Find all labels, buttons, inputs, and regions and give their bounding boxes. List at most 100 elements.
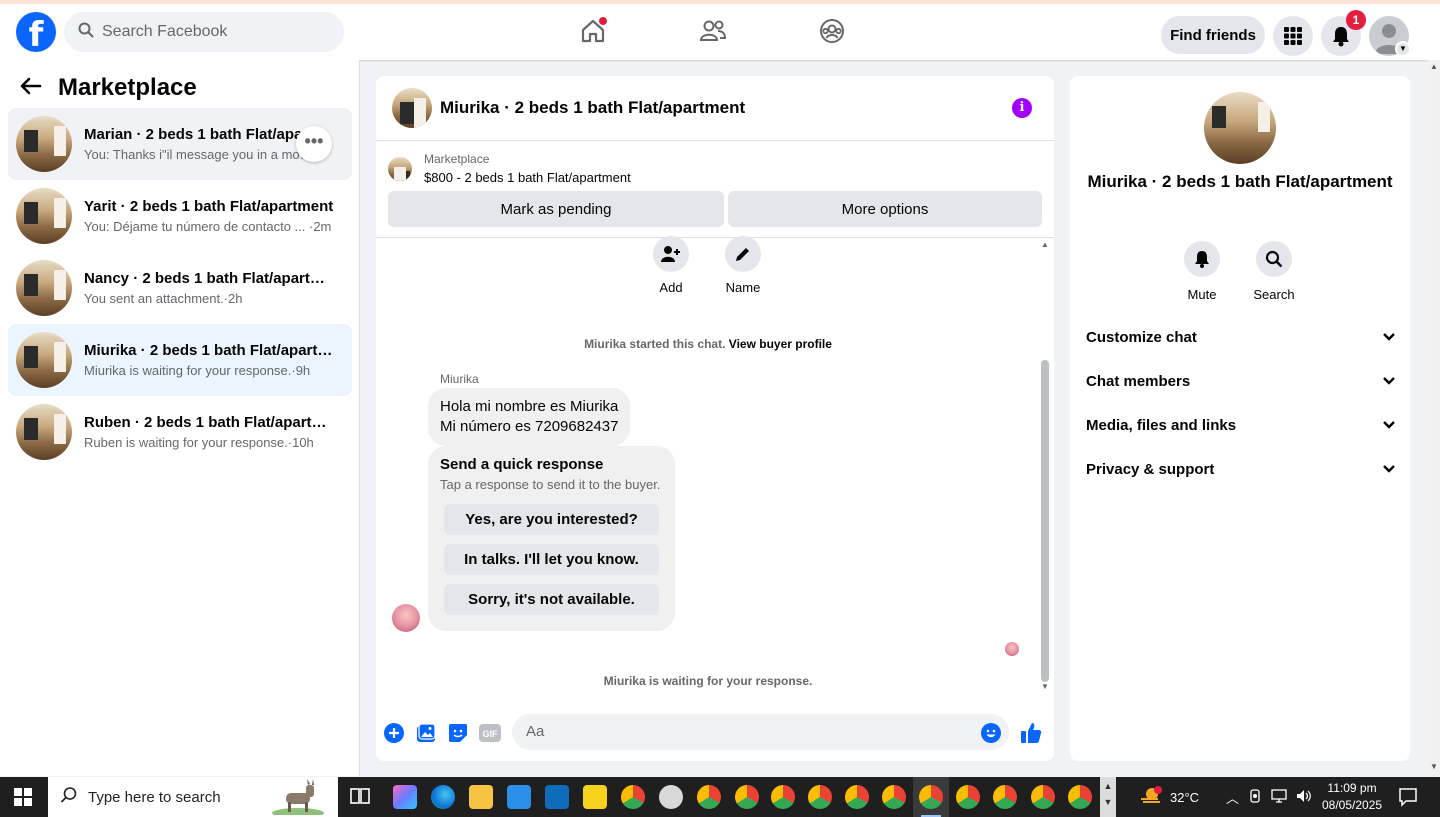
plus-circle-icon[interactable] (383, 722, 405, 744)
conversation-item-marian[interactable]: Marian · 2 beds 1 bath Flat/apa… You: Th… (8, 108, 352, 180)
friends-icon[interactable] (698, 16, 728, 46)
customize-chat-section[interactable]: Customize chat (1086, 325, 1396, 349)
quick-response-button[interactable]: Yes, are you interested? (444, 504, 659, 535)
account-chevron-down-icon[interactable]: ▼ (1395, 41, 1411, 57)
find-friends-button[interactable]: Find friends (1161, 16, 1265, 54)
windows-start-icon[interactable] (14, 788, 32, 806)
chat-title[interactable]: Miurika · 2 beds 1 bath Flat/apartment (440, 98, 745, 118)
volume-icon[interactable] (1296, 789, 1312, 806)
meet-now-icon[interactable] (1248, 788, 1262, 806)
bell-icon (1195, 251, 1209, 268)
chrome-profile-icon[interactable] (882, 785, 906, 809)
search-label: Search (1253, 287, 1295, 302)
emoji-icon[interactable] (980, 722, 1002, 744)
chat-scrollbar-thumb[interactable] (1041, 360, 1049, 682)
top-navigation-bar: f Search Facebook Find friends 1 ▼ (0, 0, 1440, 60)
listing-thumbnail (16, 404, 72, 460)
listing-summary[interactable]: Marketplace $800 - 2 beds 1 bath Flat/ap… (388, 152, 631, 185)
gif-icon[interactable]: GIF (479, 722, 501, 744)
chrome-profile-icon[interactable] (993, 785, 1017, 809)
chat-scrollbar[interactable]: ▲ ▼ (1040, 240, 1050, 692)
view-buyer-profile-link[interactable]: View buyer profile (729, 337, 832, 351)
listing-thumbnail (16, 116, 72, 172)
chrome-profile-icon[interactable] (697, 785, 721, 809)
section-label: Chat members (1086, 372, 1191, 390)
page-scrollbar[interactable]: ▲ ▼ (1428, 60, 1440, 776)
chevron-down-icon (1382, 461, 1396, 478)
sender-avatar[interactable] (392, 604, 420, 632)
listing-source: Marketplace (424, 152, 490, 166)
conversation-item-miurika[interactable]: Miurika · 2 beds 1 bath Flat/apart… Miur… (8, 324, 352, 396)
search-icon (1265, 250, 1283, 268)
chrome-profile-icon[interactable] (771, 785, 795, 809)
conversation-item-yarit[interactable]: Yarit · 2 beds 1 bath Flat/apartment You… (8, 180, 352, 252)
taskbar-search-input[interactable]: Type here to search (48, 777, 338, 817)
system-clock[interactable]: 11:09 pm 08/05/2025 (1322, 780, 1382, 814)
mark-as-pending-button[interactable]: Mark as pending (388, 191, 724, 227)
menu-grid-button[interactable] (1273, 16, 1313, 56)
search-placeholder: Search Facebook (102, 23, 228, 40)
mute-button[interactable]: Mute (1172, 241, 1232, 302)
search-input[interactable]: Search Facebook (64, 12, 344, 52)
sticky-notes-icon[interactable] (583, 785, 607, 809)
info-icon[interactable]: i (1012, 98, 1032, 118)
sticker-icon[interactable] (447, 722, 469, 744)
conversation-preview: Ruben is waiting for your response.·10h (84, 435, 314, 450)
edit-name-button[interactable]: Name (713, 236, 773, 295)
taskbar-scroll[interactable]: ▲ ▼ (1100, 777, 1116, 817)
chrome-profile-icon[interactable] (808, 785, 832, 809)
add-member-button[interactable]: Add (641, 236, 701, 295)
quick-response-button[interactable]: Sorry, it's not available. (444, 584, 659, 615)
chevron-down-icon (1382, 373, 1396, 390)
conversation-item-ruben[interactable]: Ruben · 2 beds 1 bath Flat/apartm… Ruben… (8, 396, 352, 468)
chrome-profile-icon[interactable] (1068, 785, 1092, 809)
back-arrow-icon[interactable] (20, 77, 42, 100)
message-input[interactable]: Aa (512, 714, 1009, 750)
privacy-support-section[interactable]: Privacy & support (1086, 457, 1396, 481)
section-label: Media, files and links (1086, 416, 1237, 434)
clock-date: 08/05/2025 (1322, 798, 1383, 812)
paint-icon[interactable] (659, 785, 683, 809)
info-panel-title: Miurika · 2 beds 1 bath Flat/apartment (1087, 172, 1393, 191)
conversation-item-nancy[interactable]: Nancy · 2 beds 1 bath Flat/apartm… You s… (8, 252, 352, 324)
section-label: Customize chat (1086, 328, 1197, 346)
chrome-profile-icon-active[interactable] (919, 785, 943, 809)
thumbs-up-icon[interactable] (1020, 722, 1042, 744)
weather-widget[interactable]: 32°C (1140, 777, 1199, 817)
quick-response-button[interactable]: In talks. I'll let you know. (444, 544, 659, 575)
home-icon[interactable] (578, 16, 608, 46)
mute-label: Mute (1187, 287, 1217, 302)
notification-center-icon[interactable] (1398, 787, 1418, 812)
chrome-profile-icon[interactable] (735, 785, 759, 809)
more-options-button[interactable]: ••• (296, 126, 332, 162)
chrome-profile-icon[interactable] (621, 785, 645, 809)
message-line: Hola mi nombre es Miurika (440, 398, 619, 415)
notification-badge: 1 (1346, 10, 1366, 30)
chrome-profile-icon[interactable] (956, 785, 980, 809)
message-bubble[interactable]: Hola mi nombre es Miurika Mi número es 7… (428, 388, 631, 446)
media-files-links-section[interactable]: Media, files and links (1086, 413, 1396, 437)
chevron-up-icon[interactable]: ︿ (1226, 788, 1239, 807)
listing-large-thumbnail[interactable] (1204, 92, 1276, 164)
listing-thumbnail (16, 188, 72, 244)
file-explorer-icon[interactable] (469, 785, 493, 809)
more-options-button[interactable]: More options (728, 191, 1042, 227)
chrome-profile-icon[interactable] (845, 785, 869, 809)
add-label: Add (659, 280, 683, 295)
microsoft-store-icon[interactable] (507, 785, 531, 809)
facebook-logo[interactable]: f (16, 12, 56, 52)
search-in-chat-button[interactable]: Search (1244, 241, 1304, 302)
chat-listing-thumbnail[interactable] (392, 88, 432, 128)
waiting-notice: Miurika is waiting for your response. (603, 674, 813, 688)
home-notification-dot (599, 17, 607, 25)
network-icon[interactable] (1271, 788, 1287, 806)
chrome-profile-icon[interactable] (1031, 785, 1055, 809)
copilot-icon[interactable] (393, 785, 417, 809)
photo-icon[interactable] (415, 722, 437, 744)
chat-members-section[interactable]: Chat members (1086, 369, 1396, 393)
task-view-icon[interactable] (349, 785, 373, 809)
outlook-icon[interactable] (545, 785, 569, 809)
edge-browser-icon[interactable] (431, 785, 455, 809)
listing-thumbnail (16, 332, 72, 388)
groups-icon[interactable] (817, 16, 847, 46)
